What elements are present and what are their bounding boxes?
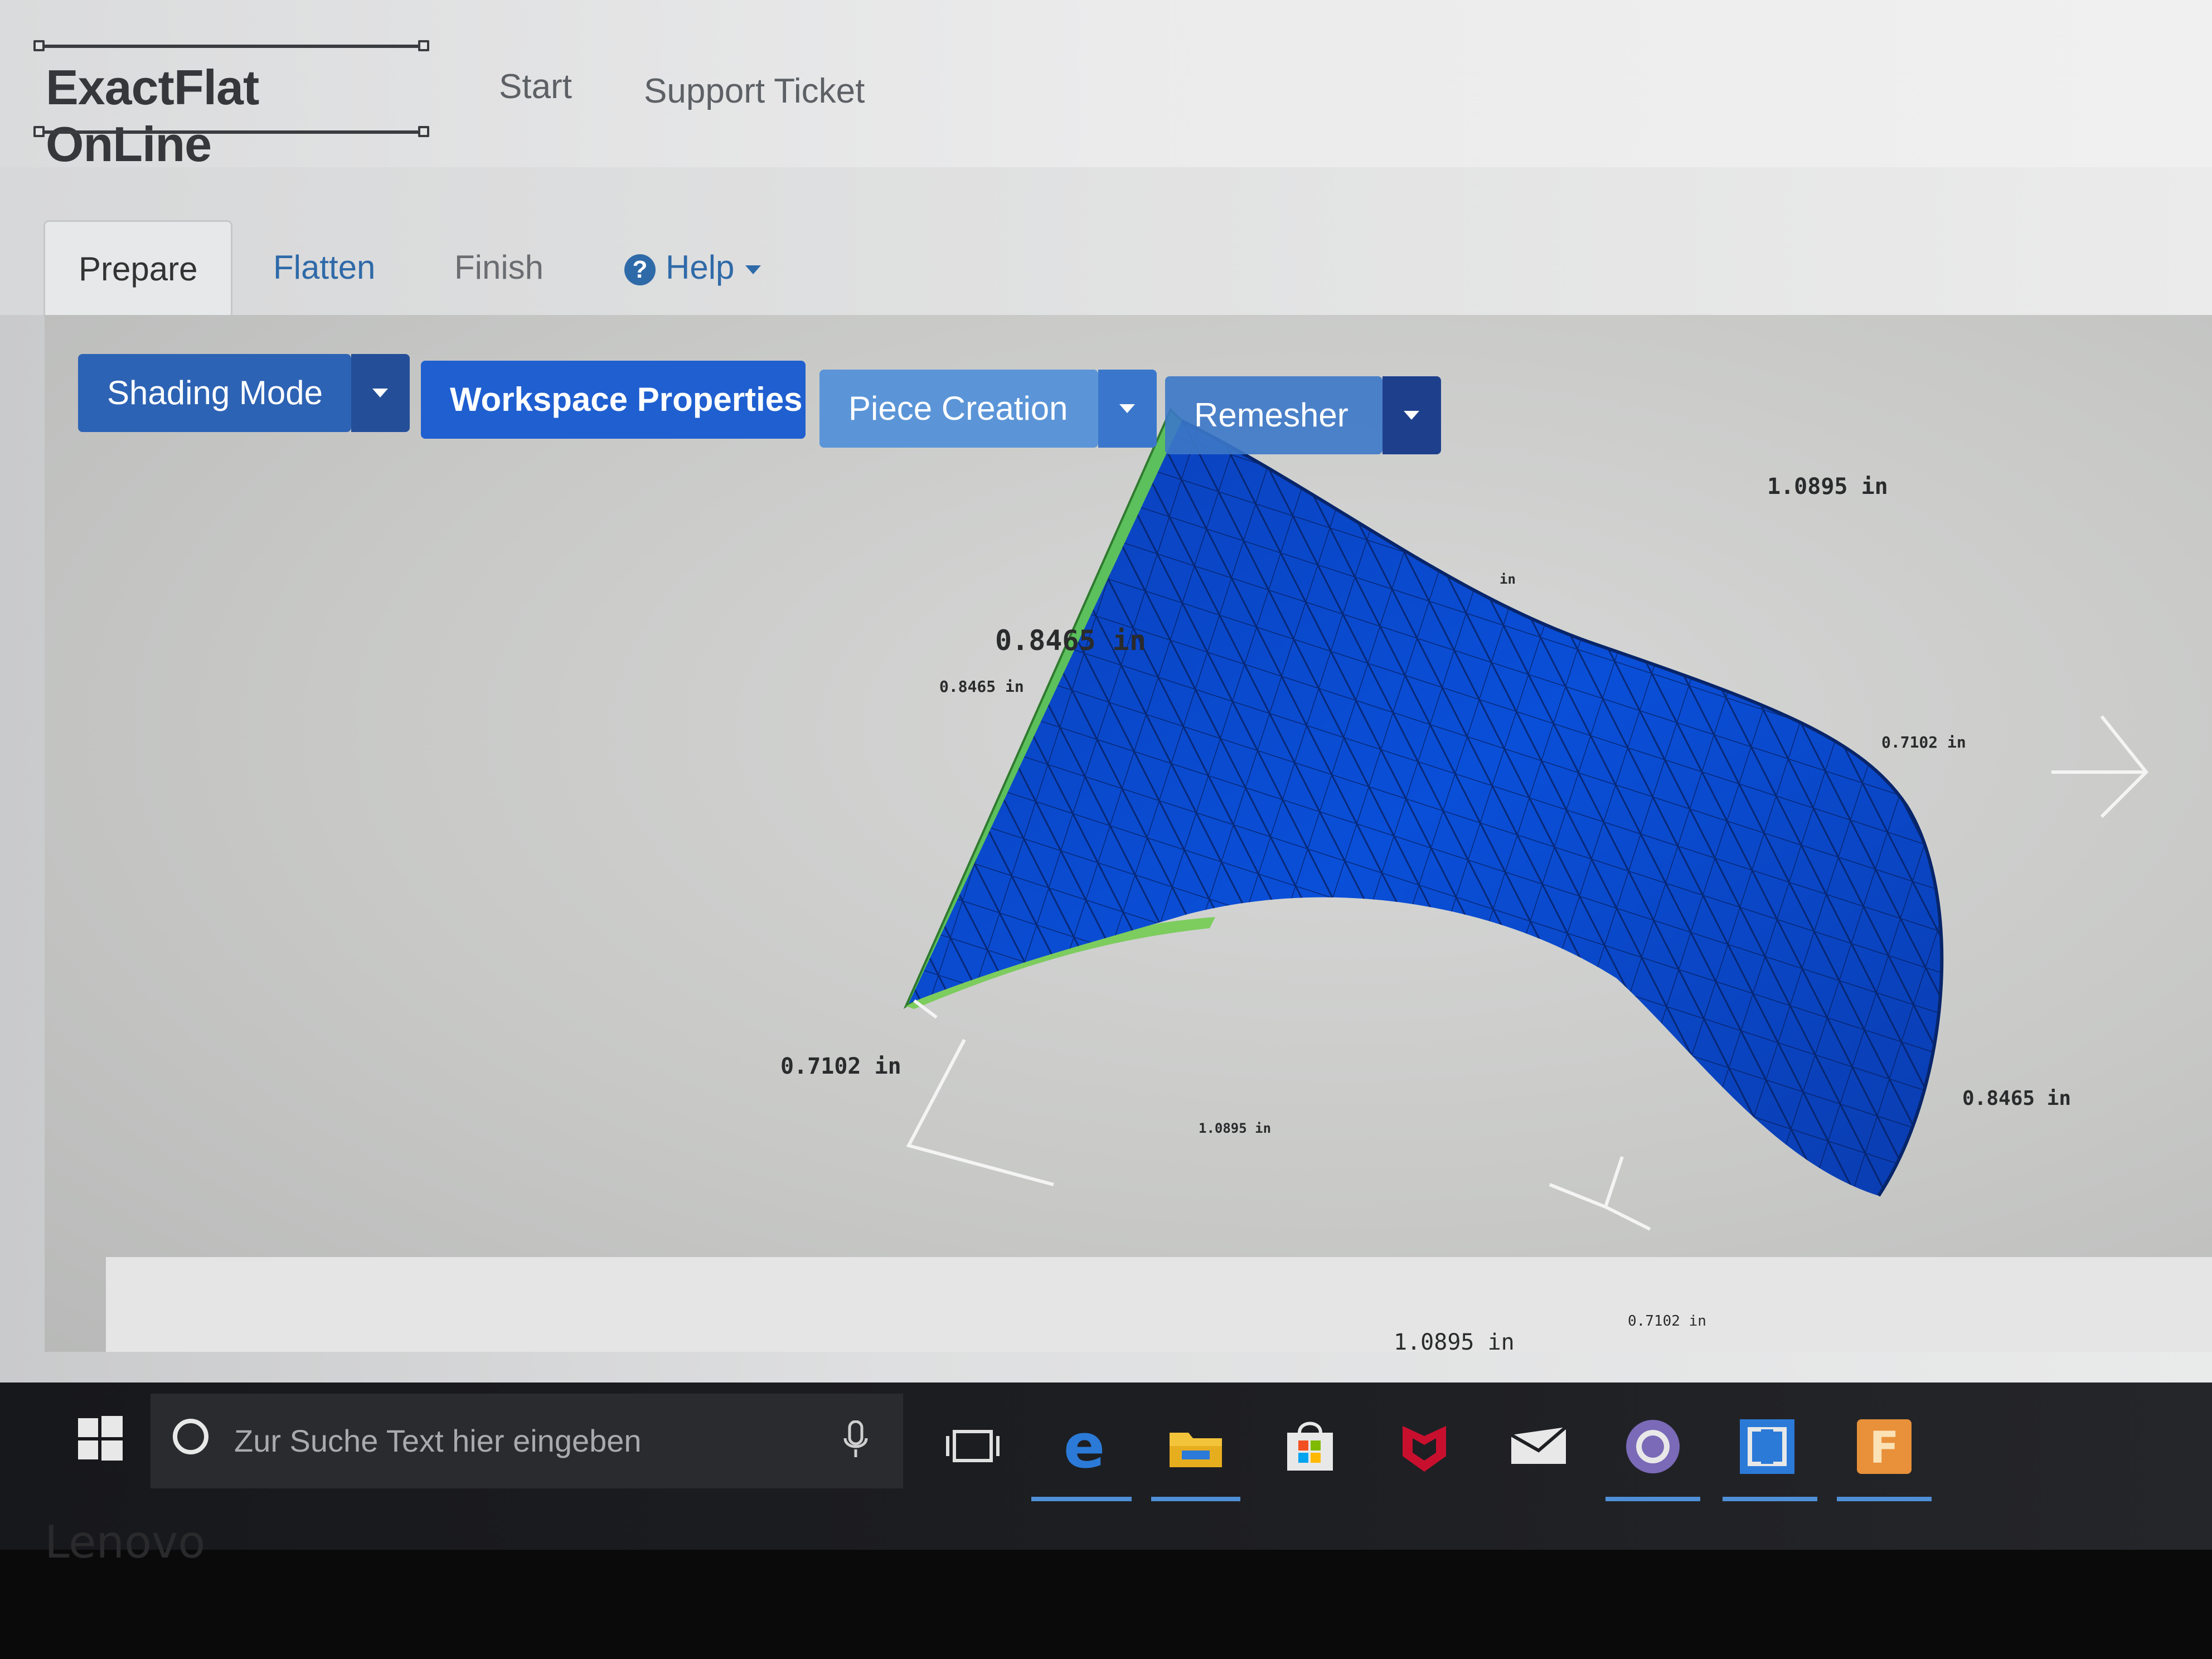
browser-screen: ExactFlat OnLine Start Support Ticket Pr… [0,0,2212,1427]
store-icon[interactable] [1279,1416,1341,1477]
nav-support-ticket-link[interactable]: Support Ticket [644,71,865,111]
device-brand-logo: Lenovo [45,1516,206,1568]
chevron-down-icon [1404,411,1419,420]
chevron-down-icon [372,389,388,397]
dimension-label: 0.7102 in [780,1054,901,1079]
microphone-icon[interactable] [842,1420,870,1459]
mesh-scene[interactable] [45,315,2212,1352]
active-app-indicator [1837,1497,1932,1501]
task-view-icon[interactable] [942,1416,1003,1477]
edge-icon[interactable]: e [1054,1416,1115,1477]
mesh-wireframe [909,421,1942,1196]
app-icon[interactable] [1736,1416,1798,1477]
file-explorer-icon[interactable] [1165,1416,1226,1477]
dimension-label: in [1500,571,1516,587]
dimension-label: 1.0895 in [1394,1330,1515,1355]
tab-help-label: Help [666,249,735,286]
active-app-indicator [1151,1497,1240,1501]
active-app-indicator [1605,1497,1700,1501]
remesher-button[interactable]: Remesher [1165,376,1382,454]
help-question-icon: ? [624,254,656,286]
search-placeholder: Zur Suche Text hier eingeben [234,1423,642,1458]
monitor-bezel [0,1550,2212,1659]
cortana-icon[interactable] [173,1419,208,1454]
app-header: ExactFlat OnLine Start Support Ticket [0,0,2212,172]
tab-prepare[interactable]: Prepare [43,220,233,317]
taskbar-search-box[interactable]: Zur Suche Text hier eingeben [151,1394,903,1488]
active-app-indicator [1031,1497,1132,1501]
3d-viewport[interactable]: Shading Mode Workspace Properties Piece … [45,315,2212,1355]
bottom-panel [106,1257,2212,1352]
dimension-label: 0.7102 in [1628,1313,1706,1330]
windows-start-icon[interactable] [78,1416,123,1461]
app-logo[interactable]: ExactFlat OnLine [33,40,429,172]
active-app-indicator [1723,1497,1817,1501]
dimension-label: 0.7102 in [1881,733,1966,751]
app-f-icon[interactable]: F [1854,1416,1915,1477]
shading-mode-dropdown[interactable] [351,354,410,432]
remesher-dropdown[interactable] [1382,376,1441,454]
chevron-down-icon [1119,404,1135,413]
workspace-properties-button[interactable]: Workspace Properties [421,361,806,439]
piece-creation-dropdown[interactable] [1098,370,1157,448]
dimension-label: 0.8465 in [995,624,1146,657]
nav-start-link[interactable]: Start [499,67,572,106]
svg-text:e: e [1064,1416,1105,1477]
github-icon[interactable] [1622,1416,1684,1477]
dimension-label: 1.0895 in [1767,474,1888,499]
tab-help[interactable]: ? Help [591,220,794,315]
dimension-label: 1.0895 in [1199,1120,1272,1136]
shading-mode-button[interactable]: Shading Mode [78,354,351,432]
tab-finish[interactable]: Finish [421,220,577,315]
logo-top-rule [33,40,429,51]
mail-icon[interactable] [1508,1416,1569,1477]
chevron-down-icon [745,265,761,275]
tab-flatten[interactable]: Flatten [240,220,409,315]
tab-bar: Prepare Flatten Finish ? Help [0,167,2212,317]
dimension-label: 0.8465 in [939,677,1024,696]
dimension-label: 0.8465 in [1962,1087,2072,1110]
windows-taskbar: Zur Suche Text hier eingeben e F [0,1382,2212,1550]
mcafee-icon[interactable] [1394,1416,1455,1477]
logo-bottom-rule [33,126,429,137]
svg-text:F: F [1869,1423,1899,1473]
piece-creation-button[interactable]: Piece Creation [819,370,1098,448]
app-title: ExactFlat OnLine [46,60,259,172]
